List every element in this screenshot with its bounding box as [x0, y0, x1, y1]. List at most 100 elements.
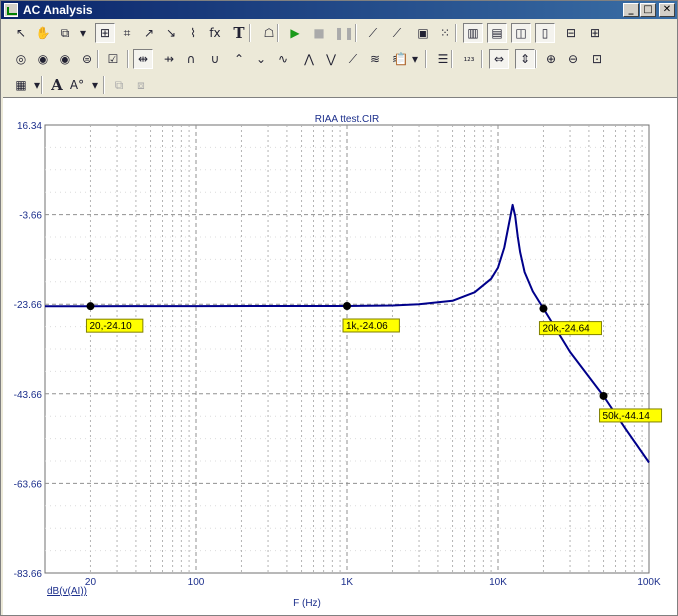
list-icon[interactable]: ☰	[433, 49, 453, 69]
title-bar[interactable]: AC Analysis _ □ ✕	[1, 1, 677, 19]
toolbar-separator	[127, 50, 129, 68]
toolbar-separator	[277, 24, 279, 42]
toolbar-separator	[481, 50, 483, 68]
toolbar-separator	[535, 50, 537, 68]
low-icon[interactable]: ⌄	[251, 49, 271, 69]
stop-icon[interactable]: ■	[309, 23, 329, 43]
axis-settings-icon[interactable]: ⌗	[117, 23, 137, 43]
global-low-icon[interactable]: ⋁	[321, 49, 341, 69]
cursor-label: 20,-24.10	[89, 321, 132, 332]
y-tick-label: -23.66	[14, 300, 43, 311]
x-tick-label: 10K	[489, 577, 507, 588]
formula-icon[interactable]: fx	[205, 23, 225, 43]
ac-analysis-window: AC Analysis _ □ ✕ ↖ ✋ ⧉ ▾ ⊞ ⌗ ↗ ↘ ⌇ fx T ☖ ▶ ■ ❚❚ ⟋ ⟋ ▣ ⁙ ▥…	[0, 0, 678, 616]
peak-icon[interactable]: ∩	[181, 49, 201, 69]
toolbar-main: ↖ ✋ ⧉ ▾ ⊞ ⌗ ↗ ↘ ⌇ fx T ☖ ▶ ■ ❚❚ ⟋ ⟋ ▣ ⁙ ▥ ▤ ◫ ▯ ⊟ ⊞	[3, 21, 677, 45]
layout-2-icon[interactable]: ▤	[487, 23, 507, 43]
cursor-marker	[343, 301, 351, 310]
layout-4-icon[interactable]: ▯	[535, 23, 555, 43]
dropdown-arrow-icon[interactable]: ▾	[89, 75, 101, 95]
plot-area[interactable]: 16.34 -3.66 -23.66 -43.66 -63.66 -83.66 20 100 1…	[3, 97, 677, 615]
font-size-icon[interactable]: A°	[67, 75, 87, 95]
fan-icon[interactable]: ≋	[365, 49, 385, 69]
layout-3-icon[interactable]: ◫	[511, 23, 531, 43]
toolbar-format: ▦ ▾ A A° ▾ ⧉ ⧈	[3, 73, 677, 97]
cursor-marker	[86, 302, 95, 311]
x-axis-label: F (Hz)	[293, 598, 321, 609]
copy-icon[interactable]: ⧉	[55, 23, 75, 43]
pan-hand-icon[interactable]: ✋	[33, 23, 53, 43]
curve-edit-icon[interactable]: ↗	[139, 23, 159, 43]
next-simulation-icon[interactable]: ⇸	[159, 49, 179, 69]
toolbar-separator	[103, 76, 105, 94]
global-high-icon[interactable]: ⋀	[299, 49, 319, 69]
data-points-icon[interactable]: ☑	[103, 49, 123, 69]
dropdown-arrow-icon[interactable]: ▾	[409, 49, 421, 69]
toolbar-cursor: ◎ ◉ ◉ ⊜ ☑ ⇹ ⇸ ∩ ∪ ⌃ ⌄ ∿ ⋀ ⋁ ⟋ ≋ ≋ 📋 ▾ ☰ ₁₂₃ ⇔ ⇕ ⊕ ⊖ ⊡	[3, 47, 677, 71]
tracker-icon[interactable]: ◎	[11, 49, 31, 69]
ac-analysis-chart[interactable]: 16.34-3.66-23.66-43.66-63.66-83.6620 100 1…	[3, 98, 677, 616]
app-icon	[4, 3, 18, 17]
zoom-100-icon[interactable]: ⊡	[587, 49, 607, 69]
cursor-home-icon[interactable]: ⊜	[77, 49, 97, 69]
horizontal-line-icon[interactable]: ⊟	[561, 23, 581, 43]
tile-icon[interactable]: ⧉	[109, 75, 129, 95]
cascade-icon[interactable]: ⧈	[131, 75, 151, 95]
toolbar-separator	[41, 76, 43, 94]
font-icon[interactable]: A	[47, 75, 67, 95]
x-tick-label: 100	[188, 577, 205, 588]
toolbar-separator	[425, 50, 427, 68]
cursor-2-icon[interactable]: ◉	[55, 49, 75, 69]
slope-icon[interactable]: ⟋	[343, 49, 363, 69]
grid-plus-icon[interactable]: ⊞	[585, 23, 605, 43]
toolbar-separator	[249, 24, 251, 42]
y-tick-label: -83.66	[14, 569, 43, 580]
cursor-marker	[539, 304, 548, 313]
zoom-out-icon[interactable]: ⊖	[563, 49, 583, 69]
marker-icon[interactable]: ↘	[161, 23, 181, 43]
toolbar-separator	[355, 24, 357, 42]
high-icon[interactable]: ⌃	[229, 49, 249, 69]
valley-icon[interactable]: ∪	[205, 49, 225, 69]
fit-vertical-icon[interactable]: ⇕	[515, 49, 535, 69]
maximize-button[interactable]: □	[640, 3, 656, 17]
y-tick-label: -3.66	[19, 211, 42, 222]
fit-icon[interactable]: ⇔	[489, 49, 509, 69]
layout-1-icon[interactable]: ▥	[463, 23, 483, 43]
frame-icon[interactable]: ▣	[413, 23, 433, 43]
x-tick-label: 100K	[637, 577, 661, 588]
zoom-in-icon[interactable]: ⊕	[541, 49, 561, 69]
cursor-label: 50k,-44.14	[603, 411, 651, 422]
minimize-button[interactable]: _	[623, 3, 639, 17]
next-value-icon[interactable]: ⇹	[133, 49, 153, 69]
pause-icon[interactable]: ❚❚	[333, 23, 354, 43]
graph-icon[interactable]: ⌇	[183, 23, 203, 43]
numeric-icon[interactable]: ₁₂₃	[459, 49, 479, 69]
inflection-icon[interactable]: ∿	[273, 49, 293, 69]
line-tool-icon[interactable]: ⟋	[363, 23, 383, 43]
toolbar-separator	[455, 24, 457, 42]
y-axis-label: dB(v(AI))	[47, 586, 87, 597]
toolbar-separator	[451, 50, 453, 68]
y-tick-label: 16.34	[17, 121, 42, 132]
properties-icon[interactable]: ☖	[259, 23, 279, 43]
toolbar-separator	[97, 50, 99, 68]
chart-title: RIAA ttest.CIR	[315, 114, 379, 125]
text-tool-icon[interactable]: T	[229, 23, 249, 43]
run-icon[interactable]: ▶	[285, 23, 305, 43]
table-icon[interactable]: ▦	[11, 75, 31, 95]
cursor-1-icon[interactable]: ◉	[33, 49, 53, 69]
x-tick-label: 1K	[341, 577, 354, 588]
select-arrow-icon[interactable]: ↖	[11, 23, 31, 43]
dropdown-arrow-icon[interactable]: ▾	[77, 23, 89, 43]
line-delete-icon[interactable]: ⟋	[387, 23, 407, 43]
cursor-label: 1k,-24.06	[346, 321, 388, 332]
zoom-window-icon[interactable]: ⊞	[95, 23, 115, 43]
grid-dots-icon[interactable]: ⁙	[435, 23, 455, 43]
y-tick-label: -63.66	[14, 479, 43, 490]
cursor-label: 20k,-24.64	[542, 324, 590, 335]
y-tick-label: -43.66	[14, 390, 43, 401]
close-button[interactable]: ✕	[659, 3, 675, 17]
clipboard-icon[interactable]: 📋	[391, 49, 411, 69]
window-title: AC Analysis	[23, 3, 93, 17]
